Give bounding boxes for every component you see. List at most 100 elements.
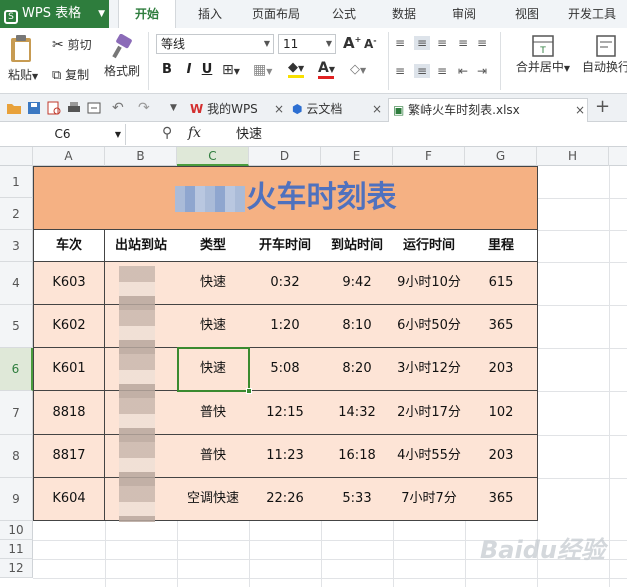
align-bottom-icon[interactable]: ≡ <box>437 36 447 50</box>
data-cell[interactable]: 7小时7分 <box>393 478 466 521</box>
underline-button[interactable]: U <box>198 62 216 77</box>
name-box[interactable]: C6 ▼ <box>0 124 126 145</box>
increase-font-icon[interactable]: A+ <box>343 34 361 52</box>
tab-formulas[interactable]: 公式 <box>332 0 356 28</box>
data-cell[interactable]: 普快 <box>177 435 250 478</box>
tab-view[interactable]: 视图 <box>515 0 539 28</box>
header-cell[interactable]: 出站到站 <box>105 230 178 262</box>
align-justify-icon[interactable]: ≡ <box>458 36 468 50</box>
data-cell[interactable]: 203 <box>465 348 538 391</box>
data-cell[interactable]: 9小时10分 <box>393 262 466 305</box>
row-header-9[interactable]: 9 <box>0 478 33 521</box>
tab-developer[interactable]: 开发工具 <box>568 0 616 28</box>
tab-my-wps[interactable]: W 我的WPS × <box>190 98 284 122</box>
header-cell[interactable]: 里程 <box>465 230 538 262</box>
clear-format-icon[interactable]: ◇▼ <box>350 62 366 77</box>
column-header-b[interactable]: B <box>105 147 177 166</box>
data-cell[interactable]: 22:26 <box>249 478 322 521</box>
export-icon[interactable] <box>86 100 102 116</box>
italic-button[interactable]: I <box>180 62 198 77</box>
column-header-g[interactable]: G <box>465 147 537 166</box>
tab-home[interactable]: 开始 <box>118 0 176 28</box>
save-icon[interactable] <box>26 100 42 116</box>
header-cell[interactable]: 车次 <box>33 230 105 262</box>
align-top-icon[interactable]: ≡ <box>395 36 405 50</box>
column-header-c[interactable]: C <box>177 147 249 166</box>
folder-icon[interactable] <box>6 100 22 116</box>
column-header-a[interactable]: A <box>33 147 105 166</box>
row-header-1[interactable]: 1 <box>0 166 33 198</box>
spreadsheet-grid[interactable]: A B C D E F G H 1 2 3 4 5 6 7 8 9 10 11 … <box>0 147 627 587</box>
data-cell[interactable]: K602 <box>33 305 105 348</box>
data-cell[interactable]: 8818 <box>33 391 105 435</box>
data-cell[interactable]: 0:32 <box>249 262 322 305</box>
data-cell[interactable]: 快速 <box>177 348 250 391</box>
row-header-4[interactable]: 4 <box>0 262 33 305</box>
data-cell[interactable]: 1:20 <box>249 305 322 348</box>
data-cell[interactable]: 365 <box>465 478 538 521</box>
data-cell[interactable]: K601 <box>33 348 105 391</box>
row-header-7[interactable]: 7 <box>0 391 33 435</box>
data-cell[interactable]: 14:32 <box>321 391 394 435</box>
tab-insert[interactable]: 插入 <box>198 0 222 28</box>
chevron-down-icon[interactable]: ▼ <box>170 103 186 119</box>
data-cell[interactable]: 快速 <box>177 262 250 305</box>
data-cell[interactable]: 3小时12分 <box>393 348 466 391</box>
font-color-button[interactable]: A▼ <box>318 60 335 79</box>
align-right-icon[interactable]: ≡ <box>437 64 447 78</box>
row-header-12[interactable]: 12 <box>0 559 33 578</box>
font-size-select[interactable]: 11 ▼ <box>278 34 336 54</box>
column-header-f[interactable]: F <box>393 147 465 166</box>
undo-icon[interactable]: ↶ <box>112 100 128 116</box>
row-header-6[interactable]: 6 <box>0 348 33 391</box>
data-cell[interactable]: 9:42 <box>321 262 394 305</box>
data-cell[interactable]: 8817 <box>33 435 105 478</box>
align-middle-icon[interactable]: ≡ <box>414 36 431 50</box>
row-header-3[interactable]: 3 <box>0 230 33 262</box>
data-cell[interactable]: 6小时50分 <box>393 305 466 348</box>
close-icon[interactable]: × <box>274 98 284 120</box>
tab-review[interactable]: 审阅 <box>452 0 476 28</box>
data-cell[interactable]: 102 <box>465 391 538 435</box>
data-cell[interactable]: 空调快速 <box>177 478 250 521</box>
redo-icon[interactable]: ↷ <box>138 100 154 116</box>
app-menu-button[interactable]: S WPS 表格 ▼ <box>0 0 109 28</box>
tab-page-layout[interactable]: 页面布局 <box>252 0 300 28</box>
align-distribute-icon[interactable]: ≡ <box>477 36 487 50</box>
data-cell[interactable]: K604 <box>33 478 105 521</box>
data-cell[interactable]: 615 <box>465 262 538 305</box>
column-header-e[interactable]: E <box>321 147 393 166</box>
borders-icon[interactable]: ⊞▼ <box>222 62 240 78</box>
data-cell[interactable]: 普快 <box>177 391 250 435</box>
row-header-11[interactable]: 11 <box>0 540 33 559</box>
data-cell[interactable]: 5:33 <box>321 478 394 521</box>
data-cell[interactable]: 203 <box>465 435 538 478</box>
data-cell[interactable]: 11:23 <box>249 435 322 478</box>
row-header-8[interactable]: 8 <box>0 435 33 478</box>
row-header-2[interactable]: 2 <box>0 198 33 230</box>
data-cell[interactable]: 8:20 <box>321 348 394 391</box>
indent-decrease-icon[interactable]: ⇤ <box>458 64 468 78</box>
fx-icon[interactable]: fx <box>188 125 201 141</box>
sheet-title-cell[interactable]: 火车时刻表 <box>33 166 538 230</box>
data-cell[interactable]: 4小时55分 <box>393 435 466 478</box>
header-cell[interactable]: 到站时间 <box>321 230 394 262</box>
data-cell[interactable]: K603 <box>33 262 105 305</box>
row-header-5[interactable]: 5 <box>0 305 33 348</box>
select-all-corner[interactable] <box>0 147 33 166</box>
fill-color-button[interactable]: ◆▼ <box>288 60 304 78</box>
data-cell[interactable]: 快速 <box>177 305 250 348</box>
column-header-h[interactable]: H <box>537 147 609 166</box>
data-cell[interactable]: 5:08 <box>249 348 322 391</box>
data-cell[interactable]: 2小时17分 <box>393 391 466 435</box>
decrease-font-icon[interactable]: A- <box>364 36 377 51</box>
new-tab-icon[interactable]: + <box>595 96 611 117</box>
tab-spreadsheet-file[interactable]: ▣ 繁峙火车时刻表.xlsx × <box>388 98 588 122</box>
zoom-icon[interactable]: ⚲ <box>162 125 172 141</box>
tab-data[interactable]: 数据 <box>392 0 416 28</box>
close-icon[interactable]: × <box>372 98 382 120</box>
column-header-d[interactable]: D <box>249 147 321 166</box>
data-cell[interactable]: 365 <box>465 305 538 348</box>
align-left-icon[interactable]: ≡ <box>395 64 405 78</box>
close-icon[interactable]: × <box>575 99 585 121</box>
